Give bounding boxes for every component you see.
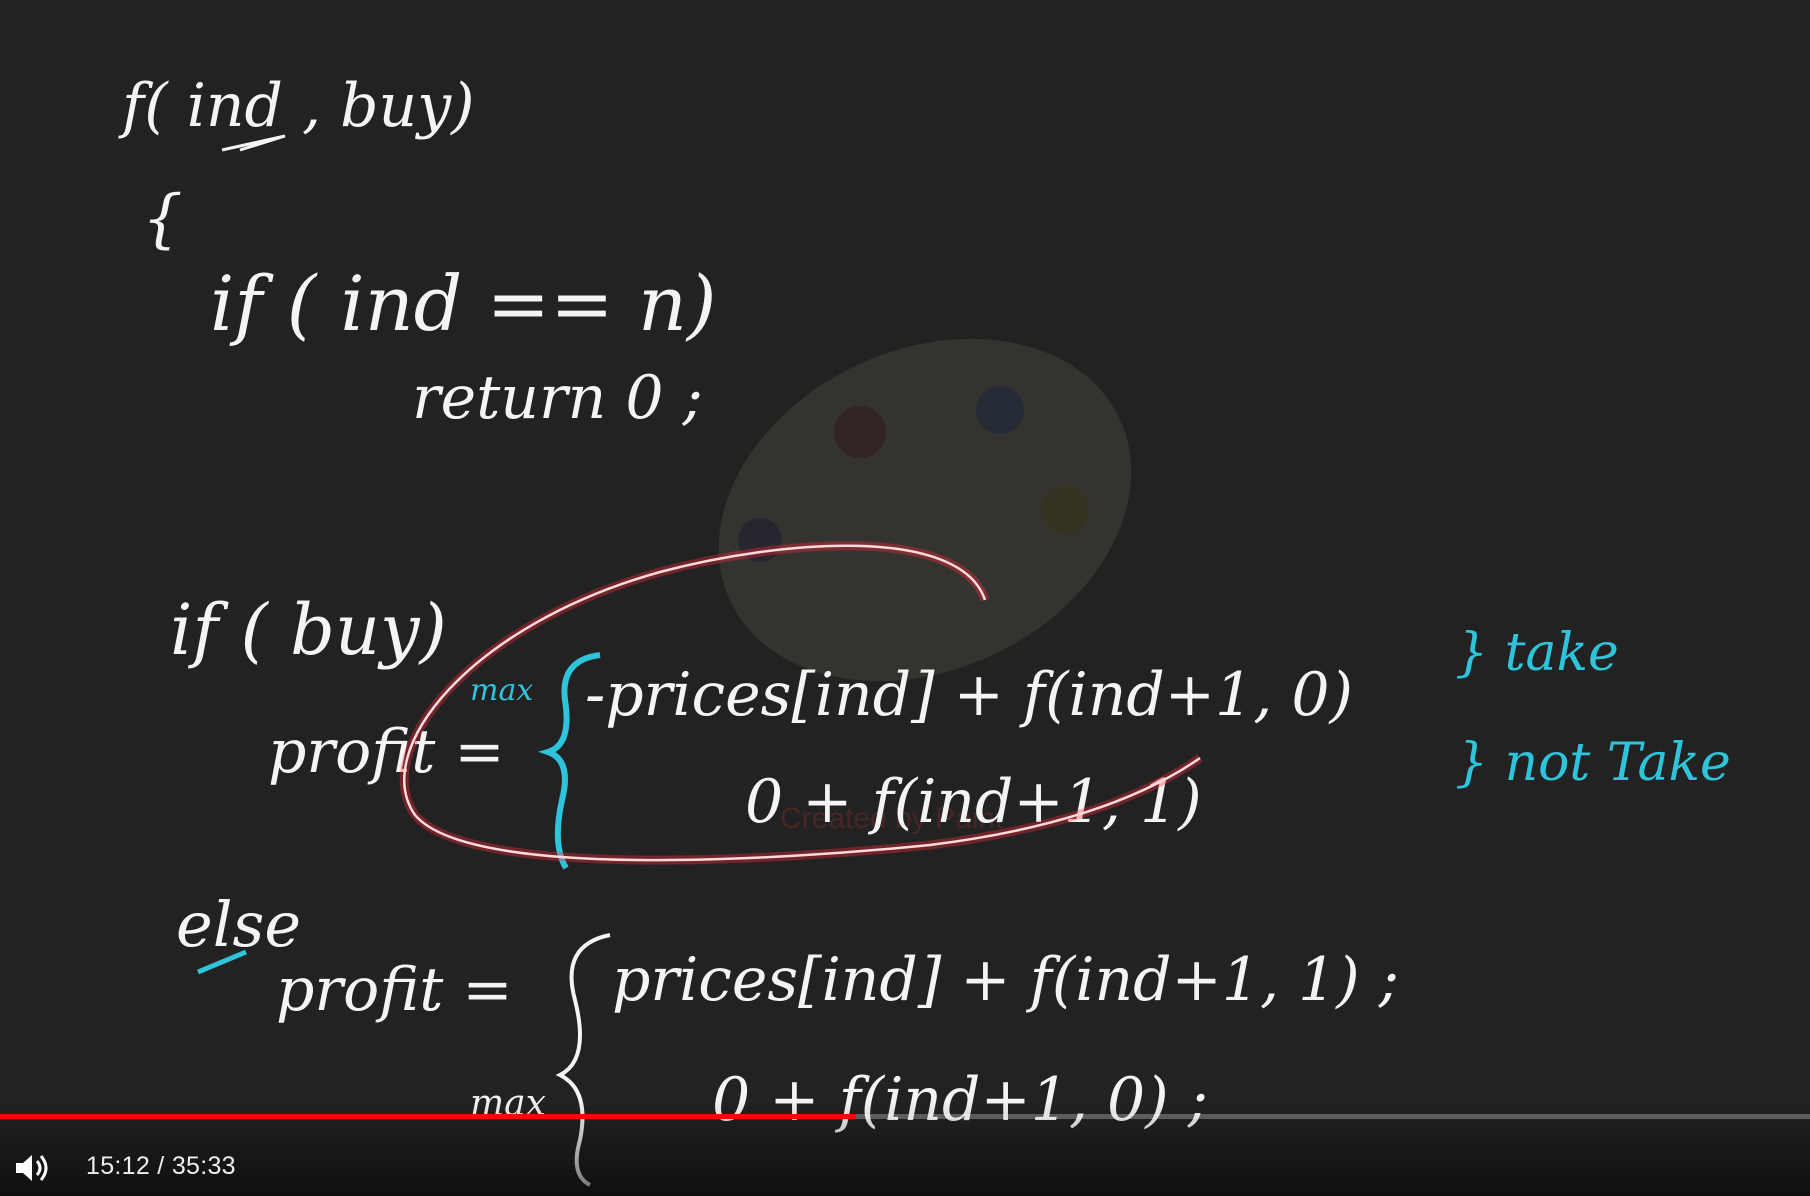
- time-separator: /: [150, 1152, 172, 1180]
- volume-icon: [16, 1155, 48, 1181]
- video-player[interactable]: Created by Paint f( ind , buy) { if ( in…: [0, 0, 1810, 1196]
- volume-button[interactable]: [8, 1146, 52, 1190]
- profit-sell-lhs: profit =: [276, 955, 513, 1025]
- progress-bar[interactable]: [0, 1114, 1810, 1119]
- duration: 35:33: [171, 1152, 236, 1180]
- not-take-branch: 0 + f(ind+1, 1): [745, 767, 1202, 837]
- progress-played: [0, 1114, 857, 1119]
- base-case-if: if ( ind == n): [210, 259, 717, 348]
- whiteboard-frame: Created by Paint f( ind , buy) { if ( in…: [118, 71, 1731, 1187]
- open-brace: {: [142, 182, 183, 256]
- else-line: else: [176, 888, 301, 961]
- profit-buy-lhs: profit =: [268, 717, 505, 787]
- take-branch: -prices[ind] + f(ind+1, 0): [585, 660, 1353, 730]
- if-buy-line: if ( buy): [170, 589, 447, 671]
- base-case-return: return 0 ;: [412, 363, 703, 433]
- take-note: } take: [1455, 623, 1619, 683]
- sell-branch: prices[ind] + f(ind+1, 1) ;: [612, 945, 1399, 1015]
- current-time: 15:12: [86, 1152, 151, 1180]
- signature-line: f( ind , buy): [118, 71, 475, 141]
- time-display: 15:12 / 35:33: [86, 1152, 236, 1181]
- not-take-note: } not Take: [1455, 733, 1731, 793]
- max-label-buy: max: [470, 673, 533, 708]
